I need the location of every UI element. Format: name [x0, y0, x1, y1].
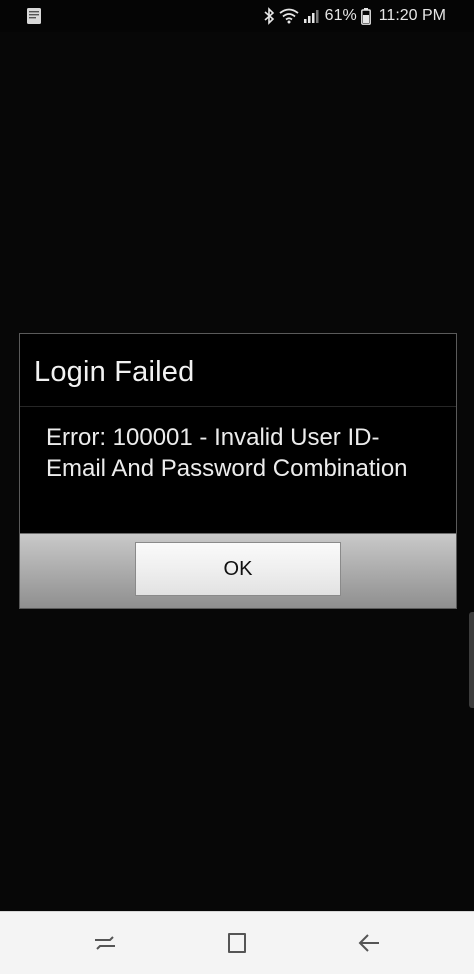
home-button[interactable]: [222, 929, 252, 957]
dialog-footer: OK: [20, 533, 456, 608]
battery-icon: [360, 7, 371, 25]
recent-apps-button[interactable]: [90, 929, 120, 957]
navigation-bar: [0, 911, 474, 974]
login-failed-dialog: Login Failed Error: 100001 - Invalid Use…: [19, 333, 457, 609]
dialog-divider: [20, 406, 456, 407]
status-bar: 61% 11:20 PM: [0, 0, 474, 32]
wifi-icon: [279, 8, 299, 24]
clock: 11:20 PM: [378, 7, 446, 24]
home-icon: [228, 933, 246, 953]
signal-icon: [303, 10, 319, 23]
screen: 61% 11:20 PM Login Failed Error: 100001 …: [0, 0, 474, 974]
back-button[interactable]: [354, 929, 384, 957]
battery-percent: 61%: [324, 7, 357, 24]
bluetooth-icon: [264, 7, 274, 25]
ok-button[interactable]: OK: [135, 542, 341, 596]
recent-apps-icon: [95, 936, 115, 950]
dialog-title: Login Failed: [34, 356, 195, 388]
back-icon: [358, 934, 379, 952]
edge-panel-handle[interactable]: [469, 612, 474, 708]
dialog-message: Error: 100001 - Invalid User ID-Email An…: [46, 424, 408, 482]
bible-app-notification-icon: [27, 8, 41, 24]
status-icons: 61% 11:20 PM: [263, 0, 446, 32]
